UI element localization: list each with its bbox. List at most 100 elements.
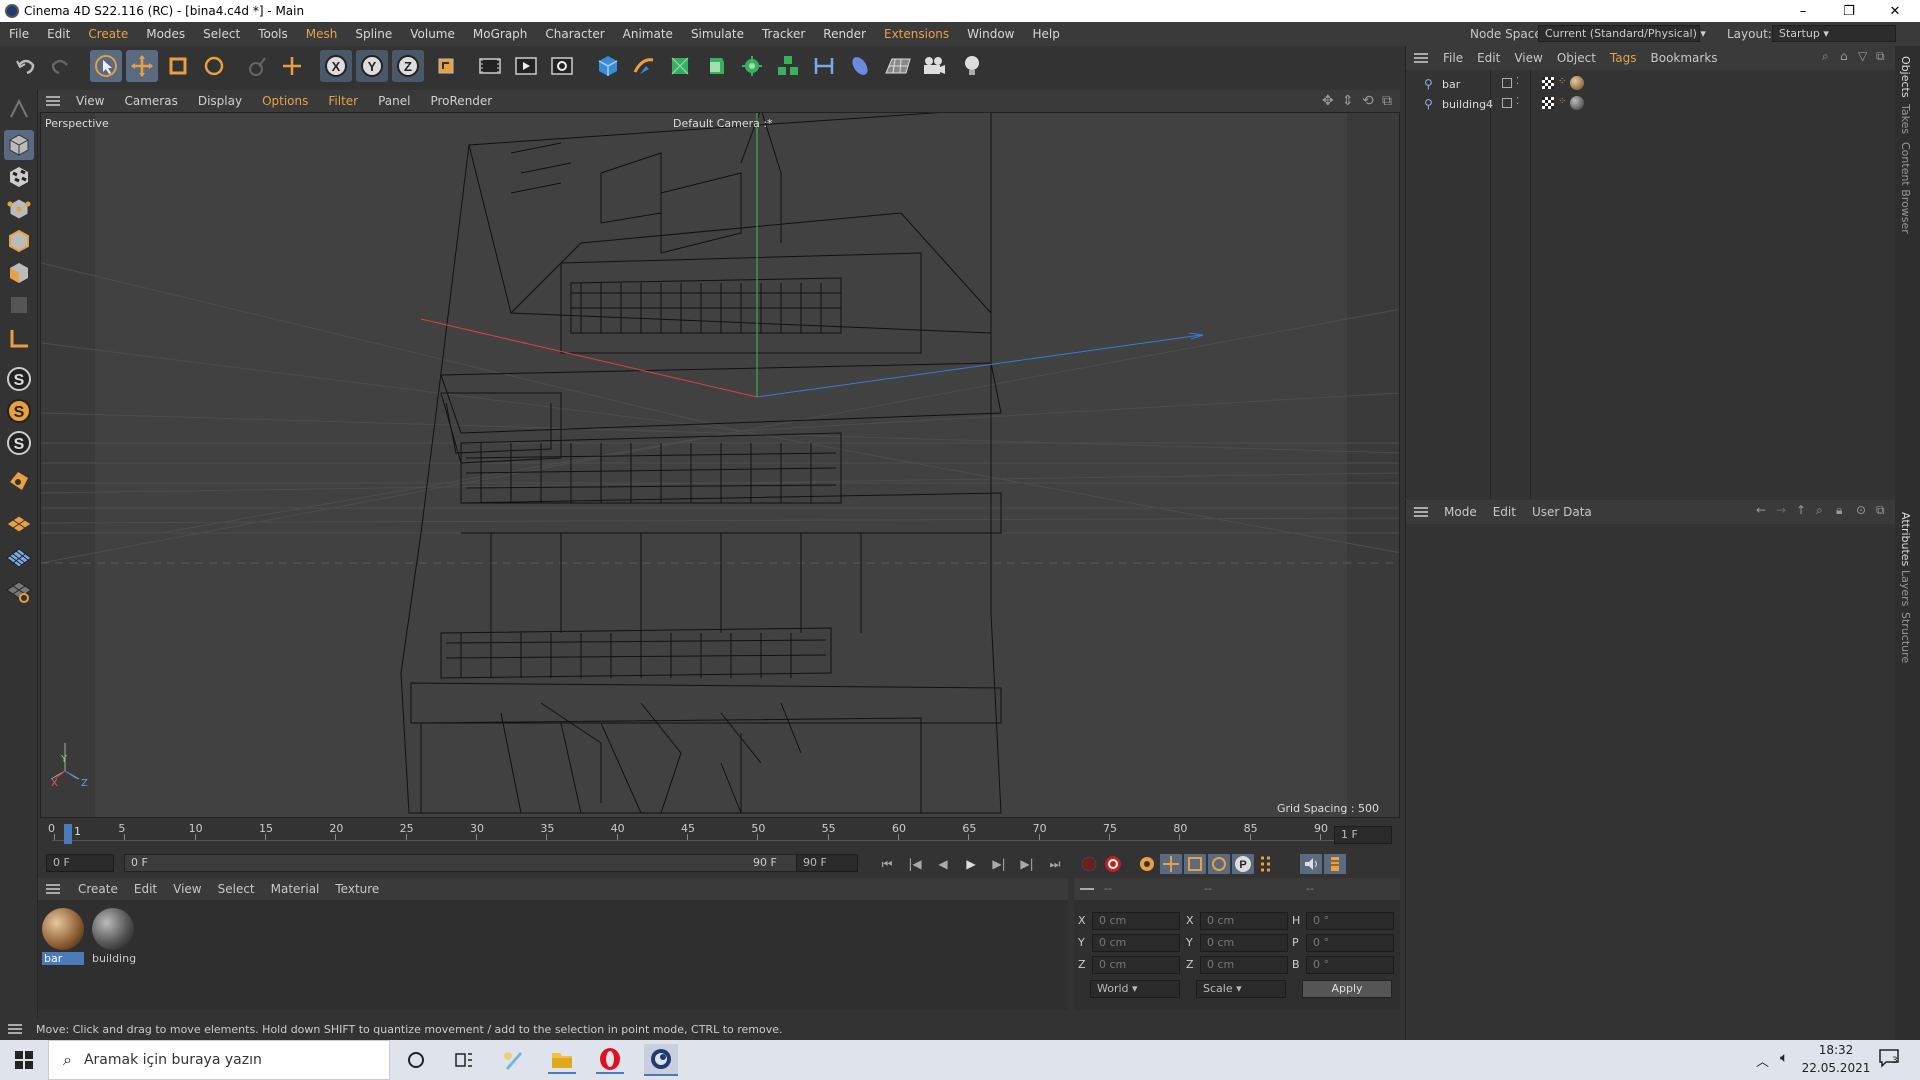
cortana-icon[interactable] <box>404 1048 428 1072</box>
scale-dropdown[interactable]: Scale ▾ <box>1196 980 1286 998</box>
viewport-menu-filter[interactable]: Filter <box>318 94 368 108</box>
material-menu-create[interactable]: Create <box>70 882 126 896</box>
status-hamburger-icon[interactable] <box>8 1024 22 1034</box>
playhead-marker[interactable] <box>64 824 72 844</box>
world-dropdown[interactable]: World ▾ <box>1090 980 1180 998</box>
attribute-up-icon[interactable]: ↑ <box>1796 503 1806 517</box>
object-menu-view[interactable]: View <box>1507 51 1549 65</box>
texture-mode-icon[interactable] <box>4 162 34 192</box>
x-lock-icon[interactable]: X <box>320 50 352 82</box>
menu-mesh[interactable]: Mesh <box>297 27 347 41</box>
z-lock-icon[interactable]: Z <box>392 50 424 82</box>
tag-icon[interactable]: ⁘ <box>1558 76 1566 87</box>
material-tag-icon[interactable] <box>1570 96 1584 110</box>
taskbar-date[interactable]: 22.05.2021 <box>1800 1061 1872 1075</box>
rotate-icon[interactable] <box>198 50 230 82</box>
timeline-ruler[interactable]: 0 5 10 15 20 25 30 35 40 45 50 55 60 65 70 75 80 85 90 1 1… <box>38 818 1400 852</box>
attribute-forward-icon[interactable]: → <box>1776 503 1786 517</box>
side-tab-content-browser[interactable]: Content Browser <box>1899 142 1912 234</box>
menu-simulate[interactable]: Simulate <box>682 27 753 41</box>
object-new-window-icon[interactable]: ⧉ <box>1876 49 1885 64</box>
opera-browser-icon[interactable] <box>596 1046 624 1074</box>
start-frame-field[interactable]: 0 F <box>46 854 114 872</box>
edges-mode-icon[interactable] <box>4 226 34 256</box>
current-frame-field[interactable]: 1 F <box>1334 826 1392 844</box>
preview-range-slider[interactable]: 0 F 90 F <box>124 854 824 872</box>
layout-dropdown[interactable]: Startup ▾ <box>1772 25 1896 42</box>
coord-rotation-field[interactable]: 0 ° <box>1306 934 1394 952</box>
texture-tag-icon[interactable] <box>1542 97 1554 109</box>
scale-icon[interactable] <box>162 50 194 82</box>
texture-tag-icon[interactable] <box>1542 77 1554 89</box>
attribute-new-window-icon[interactable]: ⧉ <box>1876 503 1885 518</box>
restore-button[interactable]: ❐ <box>1826 0 1872 22</box>
menu-animate[interactable]: Animate <box>614 27 682 41</box>
material-hamburger-icon[interactable] <box>46 884 60 894</box>
tweak-icon[interactable] <box>4 466 34 496</box>
previous-frame-icon[interactable]: ◀ <box>932 854 954 874</box>
timeline-settings-icon[interactable] <box>1324 854 1346 874</box>
viewport-hamburger-icon[interactable] <box>46 96 60 106</box>
side-tab-objects[interactable]: Objects <box>1899 56 1912 98</box>
coord-size-field[interactable]: 0 cm <box>1200 934 1288 952</box>
next-key-icon[interactable]: ▶| <box>1016 854 1038 874</box>
viewport-menu-panel[interactable]: Panel <box>368 94 420 108</box>
attribute-hamburger-icon[interactable] <box>1414 507 1428 517</box>
camera-icon[interactable] <box>918 50 950 82</box>
attribute-settings-icon[interactable]: ⊙ <box>1856 503 1866 517</box>
material-menu-texture[interactable]: Texture <box>327 882 387 896</box>
taskbar-time[interactable]: 18:32 <box>1806 1043 1866 1057</box>
go-to-start-icon[interactable]: ⏮ <box>876 854 898 874</box>
material-tag-icon[interactable] <box>1570 76 1584 90</box>
pen-spline-icon[interactable] <box>628 50 660 82</box>
make-editable-icon[interactable] <box>4 94 34 124</box>
viewport-menu-view[interactable]: View <box>66 94 114 108</box>
side-tab-takes[interactable]: Takes <box>1899 104 1912 134</box>
record-active-icon[interactable] <box>1078 854 1100 874</box>
model-mode-icon[interactable] <box>4 130 34 160</box>
coord-size-field[interactable]: 0 cm <box>1200 956 1288 974</box>
menu-render[interactable]: Render <box>814 27 875 41</box>
menu-spline[interactable]: Spline <box>346 27 401 41</box>
visibility-dots-icon[interactable]: ⁚ <box>1516 76 1519 87</box>
viewport-rotate-icon[interactable]: ⟲ <box>1362 93 1374 109</box>
cube-icon[interactable] <box>592 50 624 82</box>
attribute-menu-mode[interactable]: Mode <box>1436 505 1485 519</box>
volume-icon[interactable]: 🔈︎ <box>1780 1050 1788 1066</box>
task-view-icon[interactable] <box>452 1048 476 1072</box>
tag-icon[interactable]: ⁘ <box>1558 96 1566 107</box>
field-icon[interactable] <box>844 50 876 82</box>
perspective-viewport[interactable]: Perspective Default Camera :* Grid Spaci… <box>40 112 1400 818</box>
menu-modes[interactable]: Modes <box>137 27 194 41</box>
material-menu-view[interactable]: View <box>165 882 209 896</box>
menu-volume[interactable]: Volume <box>401 27 464 41</box>
object-row-bar[interactable]: ⚲ bar ⁚ ⁘ <box>1416 76 1886 94</box>
side-tab-structure[interactable]: Structure <box>1899 612 1912 663</box>
object-row-building4[interactable]: ⚲ building4 ⁚ ⁘ <box>1416 96 1886 114</box>
autokey-icon[interactable] <box>1102 854 1124 874</box>
tray-chevron-icon[interactable]: ︿ <box>1756 1051 1769 1070</box>
object-hamburger-icon[interactable] <box>1414 53 1428 63</box>
menu-window[interactable]: Window <box>958 27 1023 41</box>
subdivision-icon[interactable] <box>664 50 696 82</box>
next-frame-icon[interactable]: ▶| <box>988 854 1010 874</box>
side-tab-layers[interactable]: Layers <box>1899 570 1912 606</box>
recent-icon[interactable] <box>240 50 272 82</box>
polygons-mode-icon[interactable] <box>4 258 34 288</box>
y-lock-icon[interactable]: Y <box>356 50 388 82</box>
viewport-maximize-icon[interactable]: ⧉ <box>1382 93 1392 109</box>
axis-mode-icon[interactable] <box>4 324 34 354</box>
object-home-icon[interactable]: ⌂ <box>1840 49 1848 63</box>
file-explorer-icon[interactable] <box>548 1046 576 1074</box>
array-icon[interactable] <box>772 50 804 82</box>
axis-move-icon[interactable] <box>276 50 308 82</box>
select-live-icon[interactable] <box>90 50 122 82</box>
key-position-icon[interactable] <box>1160 854 1182 874</box>
close-button[interactable]: ✕ <box>1872 0 1918 22</box>
coord-position-field[interactable]: 0 cm <box>1092 934 1180 952</box>
attribute-menu-user-data[interactable]: User Data <box>1524 505 1600 519</box>
material-menu-edit[interactable]: Edit <box>126 882 165 896</box>
coordinate-system-icon[interactable] <box>430 50 462 82</box>
coord-size-field[interactable]: 0 cm <box>1200 912 1288 930</box>
menu-edit[interactable]: Edit <box>38 27 79 41</box>
